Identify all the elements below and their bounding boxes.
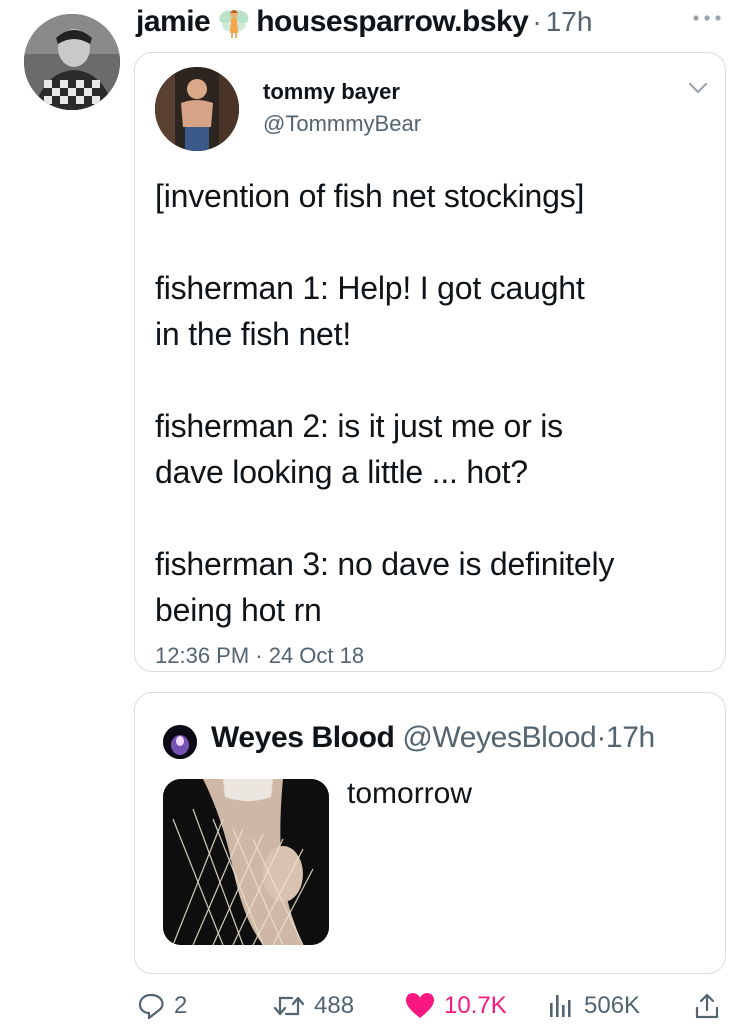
tweet-line: dave looking a little ... hot?: [155, 454, 528, 490]
profile-photo: [24, 14, 120, 110]
views-count: 506K: [584, 992, 641, 1019]
post-header: jamie housesparrow.bsky · 17h: [136, 2, 592, 42]
reply-icon: [138, 993, 164, 1020]
like-icon: [406, 993, 434, 1018]
author-name: tommy bayer: [263, 79, 400, 104]
author-photo: [155, 67, 239, 151]
quoted-avatar[interactable]: [163, 725, 197, 759]
chevron-down-icon: [687, 81, 709, 95]
fishnet-photo[interactable]: [163, 779, 329, 945]
views-button[interactable]: 506K: [546, 986, 640, 1026]
quoted-tweet[interactable]: Weyes Blood @WeyesBlood·17h tomorrow: [134, 692, 726, 974]
tweet-line: in the fish net!: [155, 316, 352, 352]
tweet-line: fisherman 2: is it just me or is: [155, 408, 563, 444]
display-name[interactable]: jamie: [136, 5, 211, 39]
reply-count: 2: [174, 992, 188, 1019]
repost-icon: [273, 996, 305, 1016]
repost-count: 488: [314, 992, 355, 1019]
tweet-line: fisherman 1: Help! I got caught: [155, 270, 585, 306]
tweet-line: being hot rn: [155, 592, 322, 628]
like-button[interactable]: 10.7K: [404, 986, 507, 1026]
more-dots-icon[interactable]: [690, 10, 724, 26]
reply-button[interactable]: 2: [136, 986, 187, 1026]
quoted-header: Weyes Blood @WeyesBlood·17h: [211, 721, 655, 755]
quoted-author-name[interactable]: Weyes Blood: [211, 721, 395, 754]
author-avatar: [155, 67, 239, 151]
embedded-tweet-image[interactable]: tommy bayer @TommmyBear [invention of fi…: [134, 52, 726, 672]
quoted-author-handle[interactable]: @WeyesBlood: [402, 721, 596, 754]
quoted-time: 17h: [605, 721, 655, 754]
share-button[interactable]: [692, 986, 730, 1026]
author-handle: @TommmyBear: [263, 111, 422, 136]
post-time[interactable]: 17h: [546, 6, 593, 38]
separator-dot: ·: [532, 6, 542, 37]
quoted-text: tomorrow: [347, 777, 473, 810]
tweet-line: fisherman 3: no dave is definitely: [155, 546, 615, 582]
tweet-line: [invention of fish net stockings]: [155, 178, 585, 214]
tweet-timestamp: 12:36 PM · 24 Oct 18: [155, 643, 365, 668]
action-bar: 2 488 10.7K 506K: [134, 986, 734, 1026]
share-icon: [695, 993, 719, 1019]
avatar[interactable]: [24, 14, 120, 110]
views-icon: [550, 995, 571, 1017]
separator-dot: ·: [596, 721, 606, 754]
tweet-text: [invention of fish net stockings] fisher…: [155, 173, 715, 633]
fairy-icon: [218, 5, 250, 39]
repost-button[interactable]: 488: [272, 986, 354, 1026]
like-count: 10.7K: [444, 992, 507, 1019]
post-handle[interactable]: housesparrow.bsky: [256, 5, 529, 39]
